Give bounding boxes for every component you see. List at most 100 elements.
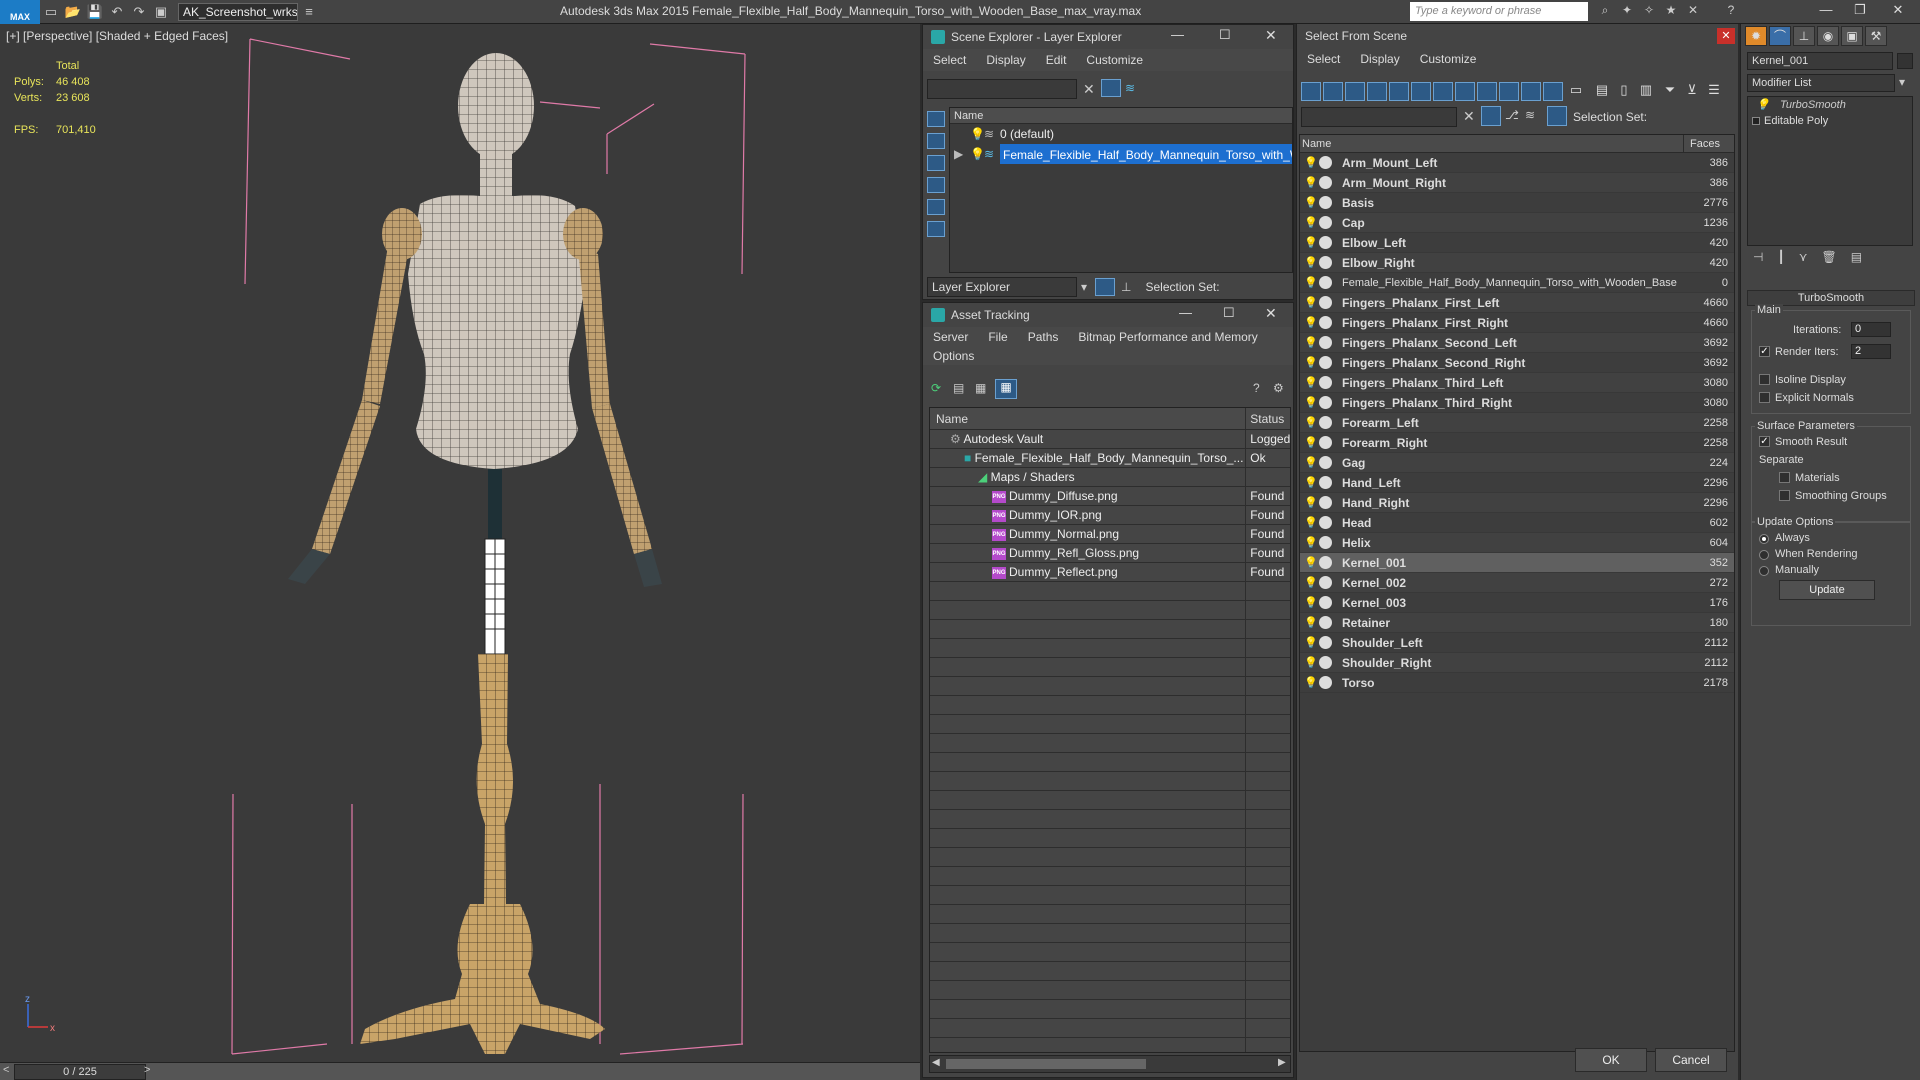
light-bulb-icon[interactable]: 💡	[1304, 637, 1318, 649]
layer-row[interactable]: ▶ 💡 ≋ Female_Flexible_Half_Body_Mannequi…	[950, 144, 1292, 164]
time-prev-button[interactable]: <	[3, 1064, 9, 1076]
display-containers-icon[interactable]	[1499, 82, 1519, 101]
display-xrefs-icon[interactable]	[1455, 82, 1475, 101]
list-item[interactable]: 💡 Torso 2178	[1300, 673, 1734, 693]
configure-sets-icon[interactable]: ▤	[1851, 250, 1862, 270]
utilities-tab-icon[interactable]: ⚒	[1865, 26, 1887, 46]
expand-arrow-icon[interactable]: ▶	[954, 144, 963, 164]
save-icon[interactable]: 💾	[84, 2, 106, 22]
help-icon[interactable]: ?	[1253, 381, 1260, 395]
layers-icon[interactable]: ≋	[1125, 81, 1135, 95]
menu-server[interactable]: Server	[923, 330, 978, 344]
list-item[interactable]: 💡 Retainer 180	[1300, 613, 1734, 633]
manually-radio[interactable]	[1759, 566, 1769, 576]
display-frozen-icon[interactable]	[1521, 82, 1541, 101]
list-item[interactable]: 💡 Shoulder_Right 2112	[1300, 653, 1734, 673]
close-icon[interactable]: ✕	[1717, 28, 1735, 44]
list-item[interactable]: 💡 Elbow_Left 420	[1300, 233, 1734, 253]
filter-icon[interactable]	[1101, 79, 1121, 97]
horizontal-scrollbar[interactable]: ◀ ▶	[929, 1055, 1291, 1073]
list-item[interactable]: 💡 Fingers_Phalanx_Third_Left 3080	[1300, 373, 1734, 393]
menu-file[interactable]: File	[978, 330, 1017, 344]
select-from-scene-titlebar[interactable]: Select From Scene ✕	[1297, 24, 1738, 48]
make-unique-icon[interactable]: ⋎	[1799, 250, 1808, 270]
layer-name[interactable]: 0 (default)	[1000, 124, 1054, 144]
display-geometry-icon[interactable]	[927, 111, 945, 127]
find-field[interactable]	[1301, 107, 1457, 127]
list-item[interactable]: 💡 Gag 224	[1300, 453, 1734, 473]
new-file-icon[interactable]: ▭	[40, 2, 62, 22]
restore-icon[interactable]: ❐	[1846, 2, 1874, 22]
object-color-swatch[interactable]	[1897, 53, 1913, 69]
light-bulb-icon[interactable]: 💡	[1304, 517, 1318, 529]
light-bulb-icon[interactable]: 💡	[1304, 537, 1318, 549]
light-bulb-icon[interactable]: 💡	[1304, 477, 1318, 489]
perspective-viewport[interactable]: z x [+] [Perspective] [Shaded + Edged Fa…	[0, 24, 920, 1062]
list-item[interactable]: 💡 Arm_Mount_Left 386	[1300, 153, 1734, 173]
sort-by-layer-icon[interactable]	[1095, 278, 1116, 296]
light-bulb-icon[interactable]: 💡	[1304, 277, 1318, 289]
display-shapes-icon[interactable]	[1323, 82, 1343, 101]
menu-bitmap-performance[interactable]: Bitmap Performance and Memory	[1068, 330, 1267, 344]
chevron-down-icon[interactable]: ▾	[1899, 75, 1905, 89]
binoculars-icon[interactable]: ⌕	[1596, 3, 1614, 21]
list-item[interactable]: 💡 Forearm_Left 2258	[1300, 413, 1734, 433]
select-invert-icon[interactable]: ▥	[1637, 82, 1655, 101]
show-end-result-icon[interactable]: ┃	[1777, 250, 1784, 270]
display-groups-icon[interactable]	[1433, 82, 1453, 101]
list-item[interactable]: 💡 Elbow_Right 420	[1300, 253, 1734, 273]
pin-stack-icon[interactable]: ⊣	[1753, 250, 1763, 270]
clear-search-icon[interactable]: ✕	[1463, 108, 1475, 125]
render-iters-checkbox[interactable]: ✓	[1759, 346, 1770, 357]
light-bulb-icon[interactable]: 💡	[1304, 177, 1318, 189]
list-item[interactable]: 💡 Fingers_Phalanx_First_Right 4660	[1300, 313, 1734, 333]
menu-select[interactable]: Select	[923, 53, 976, 67]
modify-tab-icon[interactable]: ⌒	[1769, 26, 1791, 46]
filter-options-icon[interactable]: ⊻	[1683, 82, 1701, 101]
cancel-button[interactable]: Cancel	[1655, 1048, 1727, 1072]
light-bulb-icon[interactable]: 💡	[1304, 257, 1318, 269]
search-input[interactable]: Type a keyword or phrase	[1410, 2, 1588, 21]
minimize-icon[interactable]: —	[1171, 27, 1184, 42]
light-bulb-icon[interactable]: 💡	[1304, 577, 1318, 589]
layer-row[interactable]: 💡 ≋ 0 (default)	[950, 124, 1292, 144]
layer-name[interactable]: Female_Flexible_Half_Body_Mannequin_Tors…	[1000, 144, 1292, 164]
layers-icon[interactable]: ≋	[1525, 108, 1535, 122]
light-bulb-icon[interactable]: 💡	[970, 144, 985, 164]
workspace-menu-icon[interactable]: ≡	[298, 2, 320, 22]
hierarchy-tab-icon[interactable]: ⊥	[1793, 26, 1815, 46]
column-header-faces[interactable]: Faces	[1684, 135, 1734, 152]
minimize-icon[interactable]: —	[1812, 2, 1840, 22]
menu-display[interactable]: Display	[1350, 52, 1409, 66]
light-bulb-icon[interactable]: 💡	[1304, 617, 1318, 629]
time-next-button[interactable]: >	[144, 1064, 150, 1076]
display-shapes-icon[interactable]	[927, 133, 945, 149]
communication-icon[interactable]: ✧	[1640, 3, 1658, 21]
light-bulb-icon[interactable]: 💡	[1304, 557, 1318, 569]
smooth-result-checkbox[interactable]: ✓	[1759, 436, 1770, 447]
select-all-icon[interactable]: ▤	[1593, 82, 1611, 101]
modifier-list-dropdown[interactable]: Modifier List	[1747, 74, 1895, 92]
create-tab-icon[interactable]: ✹	[1745, 26, 1767, 46]
favorites-icon[interactable]: ★	[1662, 3, 1680, 21]
scroll-left-icon[interactable]: ◀	[932, 1057, 940, 1068]
light-bulb-icon[interactable]: 💡	[1304, 677, 1318, 689]
display-helpers-icon[interactable]	[927, 199, 945, 215]
list-view-icon[interactable]: ▤	[953, 381, 964, 395]
highlight-icon[interactable]: ⎇	[1505, 108, 1519, 122]
display-layers-icon[interactable]	[927, 221, 945, 237]
isoline-display-checkbox[interactable]	[1759, 374, 1770, 385]
menu-paths[interactable]: Paths	[1018, 330, 1069, 344]
menu-options[interactable]: Options	[923, 349, 984, 363]
list-item[interactable]: 💡 Cap 1236	[1300, 213, 1734, 233]
table-row[interactable]: ◢ Maps / Shaders	[930, 468, 1290, 487]
light-bulb-icon[interactable]: 💡	[1304, 397, 1318, 409]
object-name-field[interactable]: Kernel_001	[1747, 52, 1893, 70]
list-item[interactable]: 💡 Forearm_Right 2258	[1300, 433, 1734, 453]
materials-checkbox[interactable]	[1779, 472, 1790, 483]
time-slider-handle[interactable]: 0 / 225	[14, 1064, 146, 1080]
table-row[interactable]: PNG Dummy_Reflect.png Found	[930, 563, 1290, 582]
column-header-status[interactable]: Status	[1246, 408, 1290, 429]
list-item[interactable]: 💡 Basis 2776	[1300, 193, 1734, 213]
column-header-name[interactable]: Name	[1300, 135, 1684, 152]
